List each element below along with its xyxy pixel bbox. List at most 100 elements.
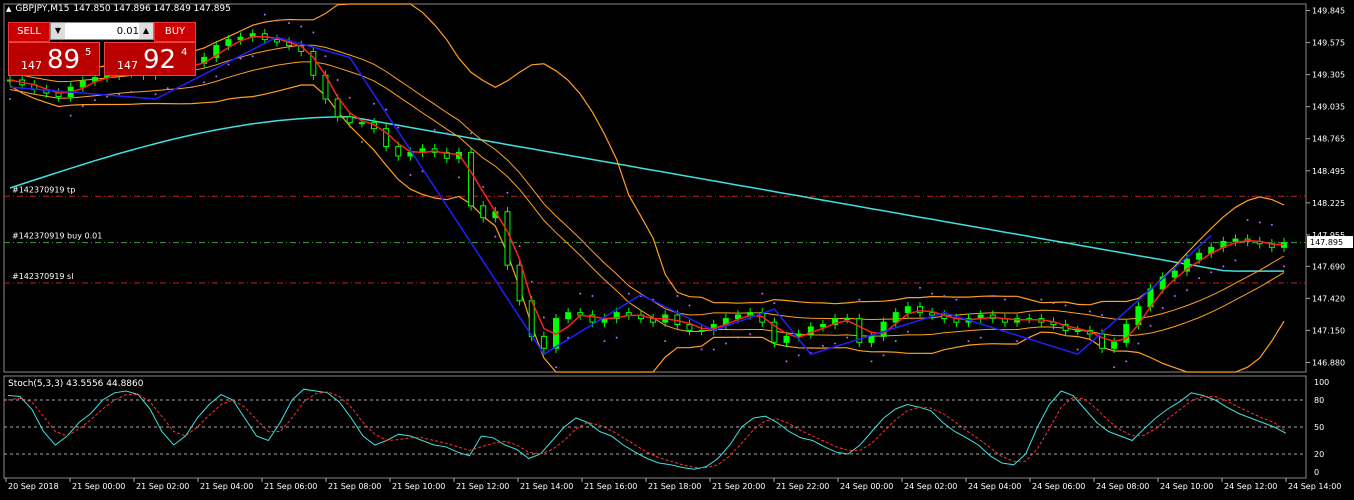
y-tick-label: 149.575 bbox=[1312, 39, 1345, 48]
candle-body bbox=[395, 145, 402, 157]
y-tick-label: 149.845 bbox=[1312, 7, 1345, 16]
lot-decrease-icon[interactable]: ▼ bbox=[51, 23, 65, 39]
psar-dot bbox=[773, 302, 776, 305]
sell-price-sup: 5 bbox=[85, 47, 92, 58]
psar-dot bbox=[191, 86, 193, 89]
x-tick-label: 21 Sep 16:00 bbox=[584, 482, 637, 491]
candle-body bbox=[225, 39, 232, 47]
stoch-signal-line bbox=[7, 391, 1287, 468]
psar-dot bbox=[166, 87, 169, 90]
psar-dot bbox=[931, 292, 934, 295]
x-tick-label: 21 Sep 08:00 bbox=[328, 482, 381, 491]
psar-dot bbox=[530, 280, 533, 283]
sell-price-box[interactable]: 147 89 5 bbox=[8, 42, 100, 76]
candle-body bbox=[1074, 329, 1081, 332]
x-tick-label: 21 Sep 22:00 bbox=[776, 482, 829, 491]
psar-dot bbox=[785, 360, 788, 363]
x-tick-label: 21 Sep 04:00 bbox=[200, 482, 253, 491]
candle-body bbox=[358, 122, 365, 125]
psar-dot bbox=[1185, 289, 1188, 292]
x-tick-label: 21 Sep 10:00 bbox=[392, 482, 445, 491]
candle-body bbox=[516, 264, 523, 302]
psar-dot bbox=[336, 78, 339, 81]
stoch-y-tick-label: 0 bbox=[1314, 468, 1319, 477]
psar-dot bbox=[1076, 348, 1079, 351]
x-tick-label: 21 Sep 02:00 bbox=[136, 482, 189, 491]
psar-dot bbox=[591, 295, 594, 298]
candle-body bbox=[237, 36, 244, 41]
candle-body bbox=[1196, 252, 1203, 260]
psar-dot bbox=[955, 298, 958, 301]
psar-dot bbox=[712, 348, 715, 351]
psar-dot bbox=[1113, 366, 1116, 369]
main-pane-frame bbox=[3, 3, 1307, 373]
y-tick-label: 147.690 bbox=[1312, 262, 1345, 271]
lot-size-input[interactable] bbox=[67, 23, 141, 39]
x-tick-label: 21 Sep 20:00 bbox=[712, 482, 765, 491]
x-tick-label: 24 Sep 10:00 bbox=[1160, 482, 1213, 491]
x-tick-label: 21 Sep 06:00 bbox=[264, 482, 317, 491]
chart-header: ▲ GBPJPY,M15 147.850 147.896 147.849 147… bbox=[6, 4, 231, 14]
psar-dot bbox=[324, 55, 327, 58]
psar-dot bbox=[203, 81, 206, 84]
candle-body bbox=[480, 205, 487, 219]
collapse-triangle-icon[interactable]: ▲ bbox=[6, 5, 11, 13]
psar-dot bbox=[846, 336, 849, 339]
lot-size-stepper[interactable]: ▼ ▲ bbox=[50, 22, 154, 40]
psar-dot bbox=[263, 13, 266, 16]
psar-dot bbox=[906, 330, 909, 333]
buy-price-prefix: 147 bbox=[117, 59, 138, 72]
moving-average-slow bbox=[9, 116, 1284, 272]
ohlc-label: 147.850 147.896 147.849 147.895 bbox=[73, 4, 231, 14]
psar-dot bbox=[943, 295, 946, 298]
moving-average-fast bbox=[9, 36, 1285, 343]
chart-canvas[interactable]: 149.845 149.575 149.305 149.035 148.765 148.4… bbox=[0, 0, 1354, 500]
psar-dot bbox=[518, 245, 521, 248]
psar-dot bbox=[1088, 310, 1091, 313]
symbol-label: GBPJPY,M15 bbox=[15, 4, 70, 14]
psar-dot bbox=[676, 295, 679, 298]
x-tick-label: 24 Sep 14:00 bbox=[1288, 482, 1341, 491]
psar-dot bbox=[615, 336, 618, 339]
x-tick-label: 24 Sep 04:00 bbox=[968, 482, 1021, 491]
psar-dot bbox=[555, 366, 557, 369]
lot-increase-icon[interactable]: ▲ bbox=[139, 23, 153, 39]
candle-body bbox=[565, 312, 572, 320]
psar-dot bbox=[737, 336, 739, 339]
bollinger-upper bbox=[9, 3, 1285, 306]
candle-body bbox=[1111, 341, 1118, 349]
psar-dot bbox=[664, 340, 667, 343]
current-price-label: 147.895 bbox=[1310, 238, 1343, 247]
candle-body bbox=[334, 98, 341, 118]
psar-dot bbox=[227, 63, 230, 66]
sell-price-main: 89 bbox=[47, 45, 81, 75]
y-tick-label: 147.420 bbox=[1312, 294, 1345, 303]
psar-dot bbox=[482, 185, 485, 188]
psar-dot bbox=[1040, 298, 1043, 301]
buy-price-box[interactable]: 147 92 4 bbox=[104, 42, 196, 76]
x-tick-label: 24 Sep 06:00 bbox=[1032, 482, 1085, 491]
psar-dot bbox=[991, 295, 994, 298]
psar-dot bbox=[967, 340, 970, 343]
psar-dot bbox=[1016, 340, 1019, 343]
psar-dot bbox=[1125, 360, 1128, 363]
stochastic-label: Stoch(5,3,3) 43.5556 44.8860 bbox=[8, 379, 144, 389]
psar-dot bbox=[688, 304, 691, 307]
sell-button[interactable]: SELL bbox=[8, 22, 50, 42]
candle-body bbox=[929, 312, 936, 316]
psar-dot bbox=[93, 99, 96, 102]
psar-dot bbox=[397, 126, 400, 129]
psar-dot bbox=[1101, 314, 1103, 317]
x-tick-label: 21 Sep 00:00 bbox=[72, 482, 125, 491]
psar-dot bbox=[979, 336, 982, 339]
psar-dot bbox=[385, 108, 388, 111]
psar-dot bbox=[215, 75, 218, 78]
psar-dot bbox=[239, 57, 242, 60]
psar-dot bbox=[348, 96, 351, 99]
buy-button[interactable]: BUY bbox=[154, 22, 196, 42]
order-level-label: #142370919 sl bbox=[12, 272, 73, 281]
psar-dot bbox=[470, 132, 473, 135]
psar-dot bbox=[1003, 298, 1006, 301]
candle-body bbox=[1123, 324, 1130, 343]
psar-dot bbox=[542, 316, 545, 319]
